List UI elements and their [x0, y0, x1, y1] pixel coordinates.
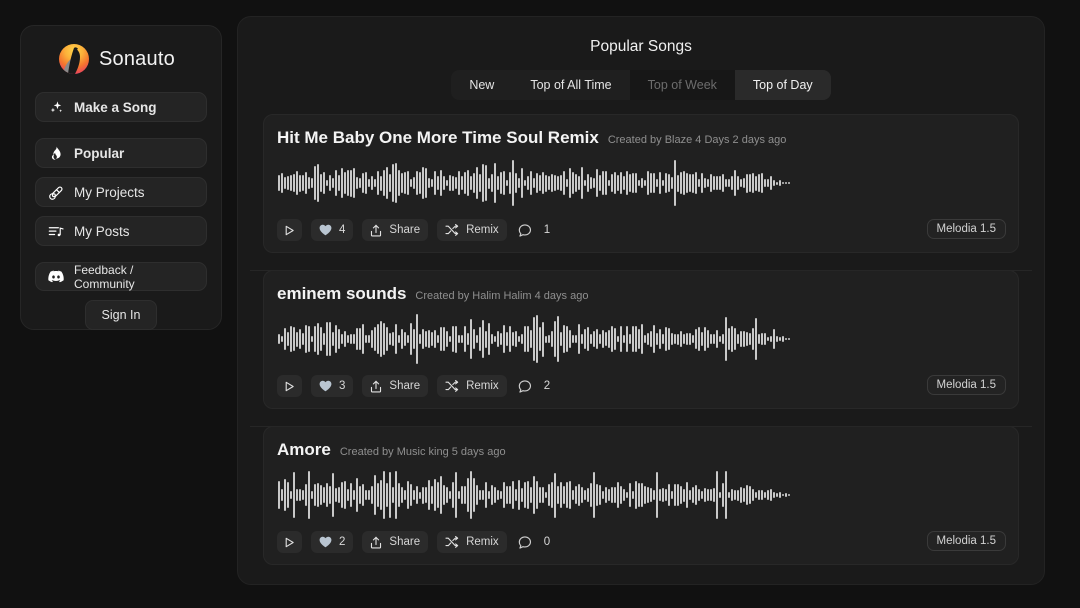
share-label: Share — [389, 380, 421, 392]
share-icon — [370, 536, 382, 549]
comment-count: 1 — [543, 224, 551, 236]
play-icon — [284, 537, 295, 548]
sort-tabs: New Top of All Time Top of Week Top of D… — [451, 70, 831, 100]
comment-button[interactable]: 2 — [516, 375, 552, 397]
song-row: Amore Created by Music king 5 days ago 2… — [238, 426, 1044, 565]
sign-in-wrapper: Sign In — [35, 300, 207, 330]
like-button[interactable]: 4 — [311, 219, 354, 241]
like-button[interactable]: 2 — [311, 531, 354, 553]
share-button[interactable]: Share — [362, 531, 429, 553]
waveform[interactable] — [278, 157, 1004, 209]
shuffle-icon — [445, 380, 459, 392]
share-label: Share — [389, 536, 421, 548]
share-icon — [370, 380, 382, 393]
comment-button[interactable]: 1 — [516, 219, 552, 241]
list-music-icon — [48, 223, 64, 239]
song-card[interactable]: Amore Created by Music king 5 days ago 2… — [263, 426, 1019, 565]
share-button[interactable]: Share — [362, 219, 429, 241]
remix-button[interactable]: Remix — [437, 375, 507, 397]
share-icon — [370, 224, 382, 237]
discord-icon — [48, 269, 64, 285]
model-badge: Melodia 1.5 — [926, 219, 1006, 239]
app-root: Sonauto Make a Song Popular My Projects … — [0, 0, 1080, 608]
song-row: Hit Me Baby One More Time Soul Remix Cre… — [238, 114, 1044, 253]
sidebar-item-popular-label: Popular — [74, 145, 125, 161]
song-meta: Created by Halim Halim 4 days ago — [415, 290, 589, 302]
remix-label: Remix — [466, 380, 499, 392]
sidebar-item-my-posts-label: My Posts — [74, 223, 130, 239]
waveform[interactable] — [278, 469, 1004, 521]
comment-count: 0 — [543, 536, 551, 548]
model-badge: Melodia 1.5 — [926, 531, 1006, 551]
like-button[interactable]: 3 — [311, 375, 354, 397]
heart-icon — [319, 380, 332, 392]
play-icon — [284, 381, 295, 392]
sparkles-icon — [48, 99, 64, 115]
song-header: eminem sounds Created by Halim Halim 4 d… — [276, 284, 1006, 304]
tab-top-of-all-time[interactable]: Top of All Time — [512, 70, 630, 100]
tab-top-of-day[interactable]: Top of Day — [734, 70, 831, 100]
song-list: Hit Me Baby One More Time Soul Remix Cre… — [238, 114, 1044, 565]
remix-label: Remix — [466, 536, 499, 548]
song-header: Hit Me Baby One More Time Soul Remix Cre… — [276, 128, 1006, 148]
main-panel: Popular Songs New Top of All Time Top of… — [237, 16, 1045, 585]
play-button[interactable] — [277, 375, 302, 397]
make-a-song-label: Make a Song — [74, 99, 157, 115]
play-icon — [284, 225, 295, 236]
microphone-icon — [48, 184, 64, 200]
flame-icon — [48, 145, 64, 161]
tab-top-of-week[interactable]: Top of Week — [629, 70, 735, 100]
song-title: Hit Me Baby One More Time Soul Remix — [277, 128, 599, 147]
feedback-community-label: Feedback / Community — [74, 262, 135, 291]
comment-icon — [518, 223, 532, 237]
model-badge: Melodia 1.5 — [926, 375, 1006, 395]
song-actions: 4 Share Remix 1 Melodia 1.5 — [276, 219, 1006, 241]
play-button[interactable] — [277, 531, 302, 553]
like-count: 3 — [339, 380, 346, 392]
heart-icon — [319, 224, 332, 236]
song-title: eminem sounds — [277, 284, 407, 303]
waveform[interactable] — [278, 313, 1004, 365]
remix-button[interactable]: Remix — [437, 531, 507, 553]
comment-icon — [518, 535, 532, 549]
song-card[interactable]: eminem sounds Created by Halim Halim 4 d… — [263, 270, 1019, 409]
make-a-song-button[interactable]: Make a Song — [35, 92, 207, 122]
comment-icon — [518, 379, 532, 393]
shuffle-icon — [445, 224, 459, 236]
share-label: Share — [389, 224, 421, 236]
song-title: Amore — [277, 440, 331, 459]
comment-button[interactable]: 0 — [516, 531, 552, 553]
play-button[interactable] — [277, 219, 302, 241]
song-card[interactable]: Hit Me Baby One More Time Soul Remix Cre… — [263, 114, 1019, 253]
shuffle-icon — [445, 536, 459, 548]
share-button[interactable]: Share — [362, 375, 429, 397]
sidebar-item-my-projects-label: My Projects — [74, 184, 145, 200]
sign-in-button[interactable]: Sign In — [84, 300, 158, 330]
sidebar-item-my-posts[interactable]: My Posts — [35, 216, 207, 246]
sonauto-bird-logo-icon — [59, 44, 89, 74]
like-count: 2 — [339, 536, 346, 548]
song-meta: Created by Music king 5 days ago — [339, 446, 506, 458]
remix-label: Remix — [466, 224, 499, 236]
like-count: 4 — [339, 224, 346, 236]
song-header: Amore Created by Music king 5 days ago — [276, 440, 1006, 460]
sidebar-item-popular[interactable]: Popular — [35, 138, 207, 168]
tab-new[interactable]: New — [451, 70, 513, 100]
comment-count: 2 — [543, 380, 551, 392]
song-actions: 3 Share Remix 2 Melodia 1.5 — [276, 375, 1006, 397]
song-meta: Created by Blaze 4 Days 2 days ago — [607, 134, 787, 146]
remix-button[interactable]: Remix — [437, 219, 507, 241]
brand-name: Sonauto — [99, 47, 175, 70]
heart-icon — [319, 536, 332, 548]
feedback-community-button[interactable]: Feedback / Community — [35, 262, 207, 291]
page-title: Popular Songs — [590, 38, 692, 55]
sidebar-item-my-projects[interactable]: My Projects — [35, 177, 207, 207]
song-row: eminem sounds Created by Halim Halim 4 d… — [238, 270, 1044, 409]
song-actions: 2 Share Remix 0 Melodia 1.5 — [276, 531, 1006, 553]
sidebar: Sonauto Make a Song Popular My Projects … — [20, 25, 222, 330]
brand: Sonauto — [59, 44, 207, 74]
